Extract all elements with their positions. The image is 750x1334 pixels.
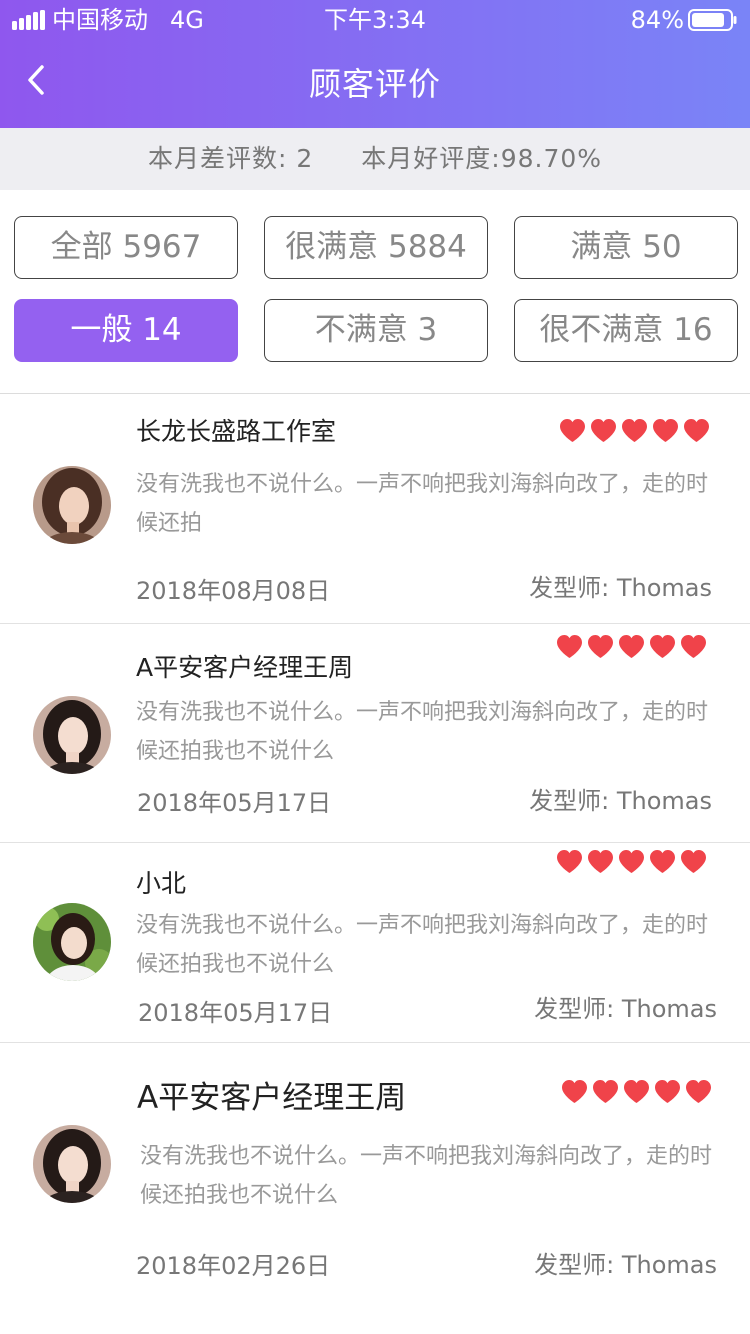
review-text: 没有洗我也不说什么。一声不响把我刘海斜向改了，走的时候还拍我也不说什么 (136, 700, 709, 764)
stylist-name: 发型师: Thomas (529, 574, 712, 602)
heart-icon (622, 419, 647, 442)
review-date: 2018年05月17日 (137, 789, 332, 817)
app-header: 中国移动 4G 下午3:34 84% 顾客评价 (0, 0, 750, 128)
heart-icon (557, 850, 582, 873)
avatar (33, 466, 111, 544)
filter-unsatisfied[interactable]: 不满意 3 (264, 299, 488, 362)
heart-icon (681, 850, 706, 873)
heart-icon (655, 1080, 680, 1103)
filter-very-satisfied[interactable]: 很满意 5884 (264, 216, 488, 279)
review-item[interactable]: 长龙长盛路工作室 没有洗我也不说什么。一声不响把我刘海斜向改了，走的时候还拍 2… (0, 394, 750, 624)
avatar (33, 903, 111, 981)
review-item[interactable]: 小北 没有洗我也不说什么。一声不响把我刘海斜向改了，走的时候还拍我也不说什么 2… (0, 843, 750, 1043)
heart-icon (681, 635, 706, 658)
review-text: 没有洗我也不说什么。一声不响把我刘海斜向改了，走的时候还拍 (136, 472, 709, 536)
heart-icon (684, 419, 709, 442)
heart-icon (562, 1080, 587, 1103)
avatar (33, 696, 111, 774)
reviewer-name: 小北 (136, 869, 187, 898)
heart-icon (588, 635, 613, 658)
rating-hearts (556, 634, 707, 659)
review-item[interactable]: A平安客户经理王周 没有洗我也不说什么。一声不响把我刘海斜向改了，走的时候还拍我… (0, 624, 750, 843)
heart-icon (560, 419, 585, 442)
monthly-summary: 本月差评数: 2 本月好评度:98.70% (0, 128, 750, 190)
nav-bar: 顾客评价 (0, 40, 750, 128)
reviewer-name: A平安客户经理王周 (136, 653, 354, 682)
status-bar: 中国移动 4G 下午3:34 84% (0, 0, 750, 40)
avatar (33, 1125, 111, 1203)
heart-icon (650, 635, 675, 658)
heart-icon (686, 1080, 711, 1103)
filter-very-unsatisfied[interactable]: 很不满意 16 (514, 299, 738, 362)
rating-hearts (561, 1079, 712, 1104)
page-title: 顾客评价 (308, 65, 441, 103)
review-item[interactable]: A平安客户经理王周 没有洗我也不说什么。一声不响把我刘海斜向改了，走的时候还拍我… (0, 1043, 750, 1334)
heart-icon (591, 419, 616, 442)
rating-hearts (556, 849, 707, 874)
bad-review-count: 本月差评数: 2 (147, 144, 314, 173)
reviewer-name: 长龙长盛路工作室 (136, 417, 337, 446)
stylist-name: 发型师: Thomas (534, 1251, 717, 1279)
heart-icon (624, 1080, 649, 1103)
review-date: 2018年02月26日 (136, 1252, 331, 1280)
battery-percentage: 84% (630, 6, 684, 34)
review-date: 2018年05月17日 (138, 999, 333, 1027)
filter-all[interactable]: 全部 5967 (14, 216, 238, 279)
heart-icon (619, 635, 644, 658)
heart-icon (650, 850, 675, 873)
heart-icon (653, 419, 678, 442)
filter-satisfied[interactable]: 满意 50 (514, 216, 738, 279)
review-text: 没有洗我也不说什么。一声不响把我刘海斜向改了，走的时候还拍我也不说什么 (136, 913, 709, 977)
battery-icon (688, 9, 738, 31)
heart-icon (588, 850, 613, 873)
review-text: 没有洗我也不说什么。一声不响把我刘海斜向改了，走的时候还拍我也不说什么 (140, 1144, 713, 1208)
rating-hearts (559, 418, 710, 443)
review-date: 2018年08月08日 (136, 577, 331, 605)
filter-average[interactable]: 一般 14 (14, 299, 238, 362)
stylist-name: 发型师: Thomas (534, 995, 717, 1023)
heart-icon (619, 850, 644, 873)
stylist-name: 发型师: Thomas (529, 787, 712, 815)
good-review-rate: 本月好评度:98.70% (361, 144, 603, 173)
heart-icon (593, 1080, 618, 1103)
heart-icon (557, 635, 582, 658)
reviewer-name: A平安客户经理王周 (137, 1080, 407, 1116)
